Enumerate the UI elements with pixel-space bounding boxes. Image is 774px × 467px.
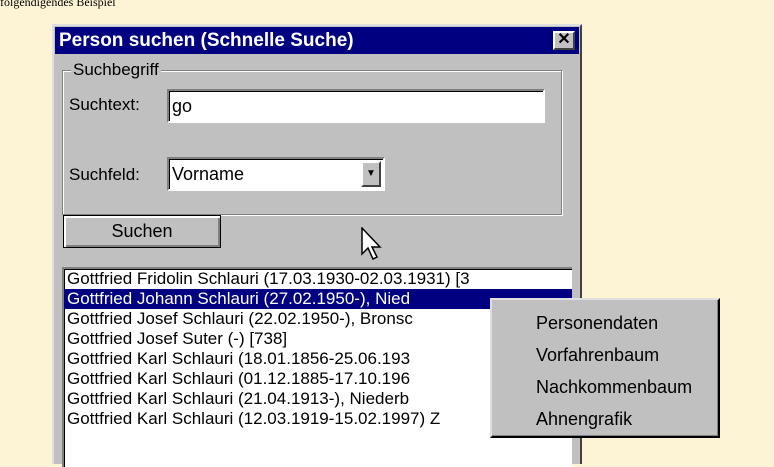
search-button-label: Suchen <box>111 221 173 241</box>
suchtext-value: go <box>172 96 193 116</box>
close-icon: ✕ <box>557 31 571 48</box>
dialog-titlebar[interactable]: Person suchen (Schnelle Suche) ✕ <box>55 27 579 54</box>
search-criteria-group: Suchbegriff Suchtext: go Suchfeld: Vorna… <box>62 60 562 215</box>
suchtext-input[interactable]: go <box>167 89 545 123</box>
dropdown-button[interactable]: ▼ <box>361 161 381 187</box>
search-button[interactable]: Suchen <box>63 215 221 248</box>
background-text: folgendigendes Beispiel <box>0 0 116 9</box>
menu-item-personendaten[interactable]: Personendaten <box>492 306 718 338</box>
suchfeld-value: Vorname <box>172 164 245 184</box>
suchtext-label: Suchtext: <box>69 95 140 114</box>
mouse-pointer-icon <box>361 227 382 261</box>
suchfeld-label: Suchfeld: <box>69 165 140 184</box>
dialog-title: Person suchen (Schnelle Suche) <box>59 30 354 51</box>
menu-item-nachkommenbaum[interactable]: Nachkommenbaum <box>492 370 718 402</box>
menu-item-vorfahrenbaum[interactable]: Vorfahrenbaum <box>492 338 718 370</box>
list-item[interactable]: Gottfried Fridolin Schlauri (17.03.1930-… <box>64 269 572 289</box>
group-legend: Suchbegriff <box>71 60 161 80</box>
menu-item-ahnengrafik[interactable]: Ahnengrafik <box>492 402 718 434</box>
chevron-down-icon: ▼ <box>366 168 376 179</box>
close-button[interactable]: ✕ <box>553 31 575 50</box>
context-menu: Personendaten Vorfahrenbaum Nachkommenba… <box>490 298 720 438</box>
suchfeld-select[interactable]: Vorname ▼ <box>167 157 385 191</box>
